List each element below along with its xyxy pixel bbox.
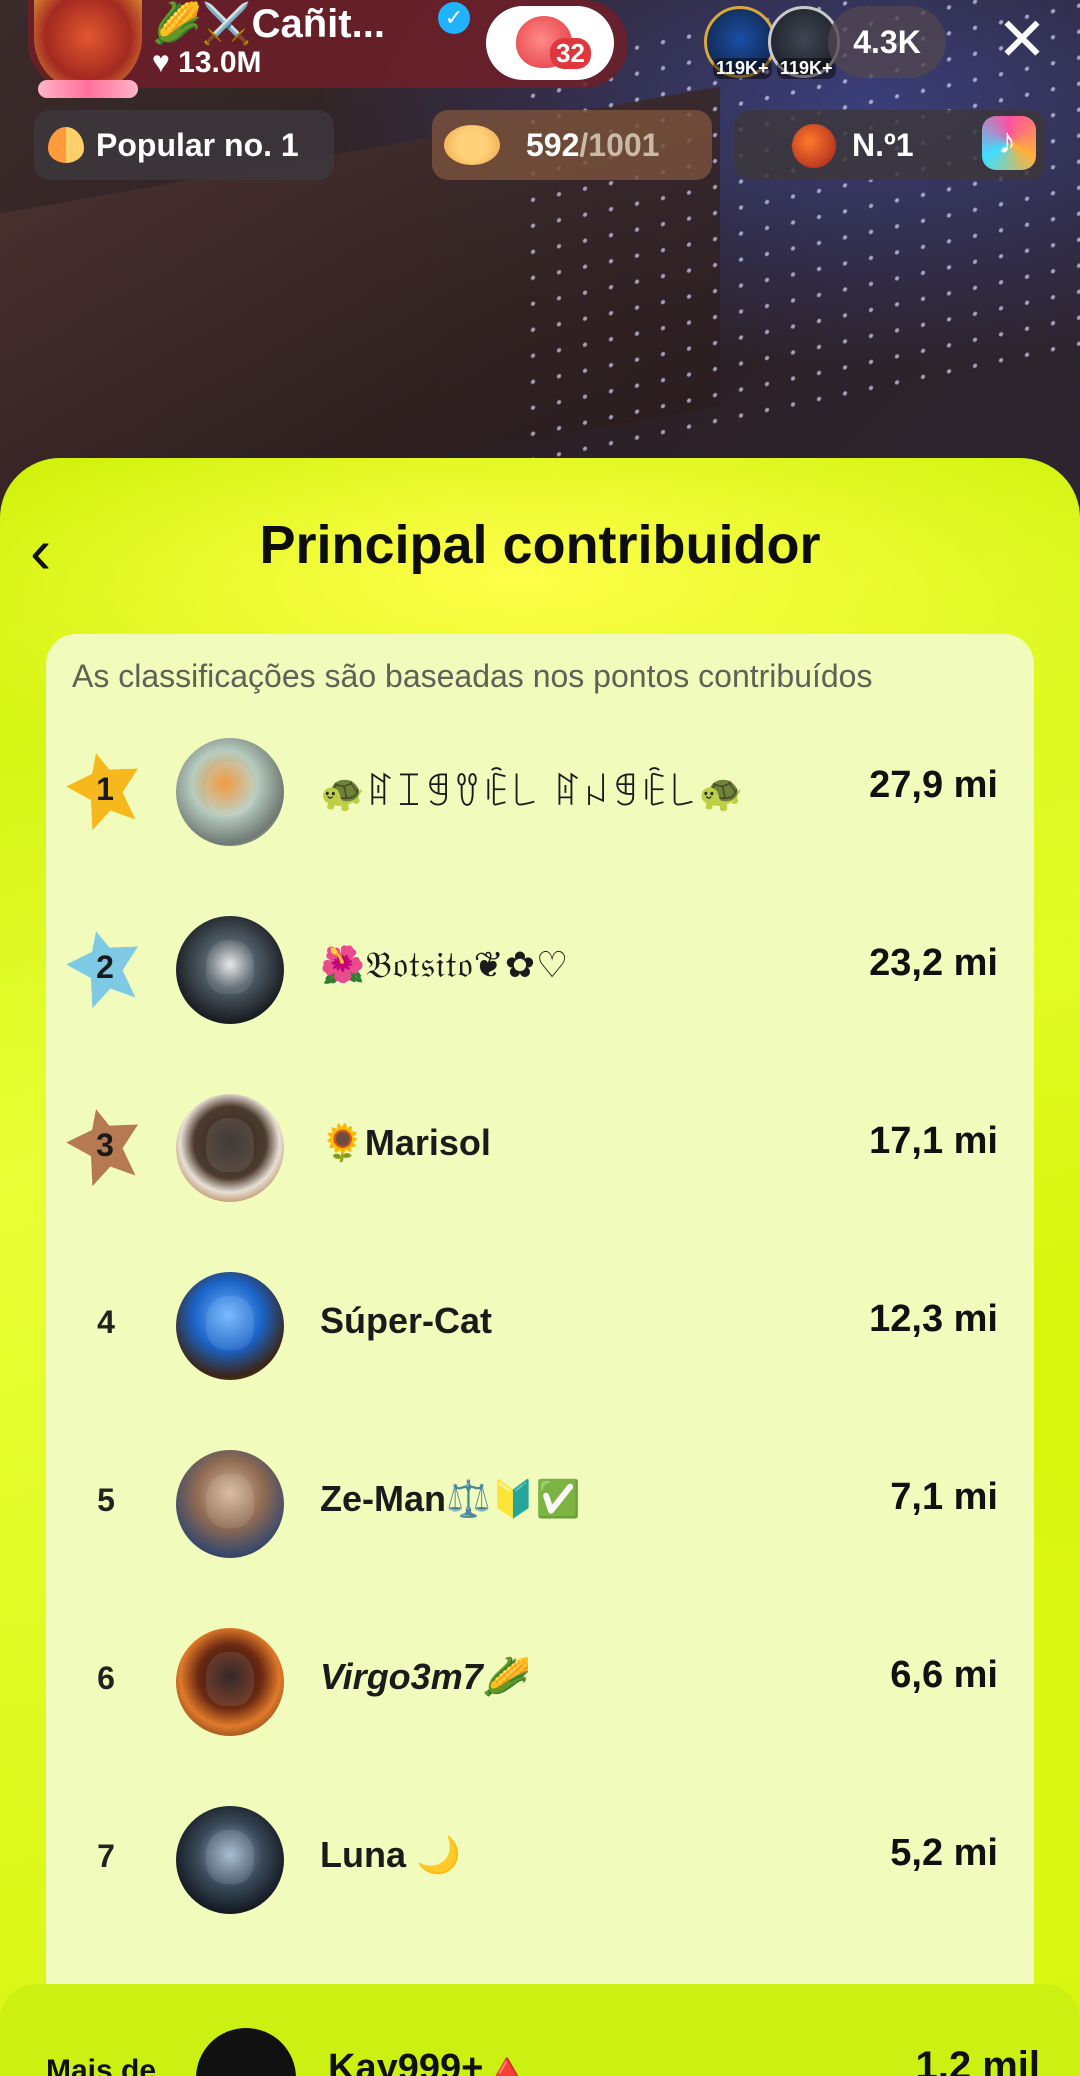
level-total: /1001 [579, 126, 660, 163]
ranking-chip[interactable]: N.º1 [734, 110, 1046, 180]
score: 7,1 mi [890, 1476, 998, 1518]
username: 🌻Marisol [320, 1122, 491, 1163]
my-avatar[interactable] [196, 2028, 296, 2076]
my-username: Kay999+🔺 [328, 2047, 531, 2076]
leaderboard-row[interactable]: 3 🌻Marisol 17,1 mi [46, 1094, 1034, 1214]
leaderboard-row[interactable]: 1 🐢ꍏꀤꁅꀎꍟ꒒ ꍏꈤꁅꍟ꒒🐢 27,9 mi [46, 738, 1034, 858]
leaderboard-row[interactable]: 7 Luna 🌙 5,2 mi [46, 1806, 1034, 1926]
ranking-avatar [792, 124, 836, 168]
top-viewer-avatar-1[interactable]: 119K+ [704, 6, 776, 79]
username: Ze-Man⚖️🔰✅ [320, 1478, 581, 1519]
avatar[interactable] [176, 1272, 284, 1380]
username: Luna 🌙 [320, 1834, 461, 1875]
leaderboard-row[interactable]: 6 Virgo3m7🌽 6,6 mi [46, 1628, 1034, 1748]
heart-icon [48, 127, 84, 163]
rank-number: 1 [96, 771, 114, 807]
music-note-icon [982, 116, 1036, 170]
gift-button[interactable]: 32 [486, 6, 614, 80]
leaderboard-row[interactable]: 4 Súper-Cat 12,3 mi [46, 1272, 1034, 1392]
sheet-title: Principal contribuidor [259, 515, 821, 575]
verified-icon: ✓ [438, 2, 470, 34]
score: 27,9 mi [869, 764, 998, 806]
level-progress-chip[interactable]: 592/1001 [432, 110, 712, 180]
rank-number: 2 [96, 949, 114, 985]
avatar[interactable] [176, 916, 284, 1024]
popular-rank-chip[interactable]: Popular no. 1 [34, 110, 334, 180]
score: 5,2 mi [890, 1832, 998, 1874]
rank-number: 7 [97, 1838, 115, 1874]
rank-number: 4 [97, 1304, 115, 1340]
host-likes: ♥ 13.0M [152, 46, 262, 80]
username: 🌺𝔅𝔬𝔱𝔰𝔦𝔱𝔬❦✿♡ [320, 945, 570, 986]
score: 6,6 mi [890, 1654, 998, 1696]
top-viewer-tag: 119K+ [713, 58, 772, 79]
my-score: 1,2 mil [915, 2044, 1040, 2076]
my-ranking-bar[interactable]: Mais de Kay999+🔺 1,2 mil [0, 1984, 1080, 2076]
rank-number: 3 [96, 1127, 114, 1163]
rank-number: 6 [97, 1660, 115, 1696]
avatar[interactable] [176, 1094, 284, 1202]
avatar[interactable] [176, 1806, 284, 1914]
top-viewer-tag: 119K+ [777, 58, 836, 79]
leaderboard-row[interactable]: 5 Ze-Man⚖️🔰✅ 7,1 mi [46, 1450, 1034, 1570]
host-likes-count: 13.0M [178, 46, 262, 79]
host-name: 🌽⚔️Cañit... [152, 2, 385, 46]
planet-icon [444, 125, 500, 165]
avatar[interactable] [176, 1450, 284, 1558]
ranking-label: N.º1 [852, 127, 914, 163]
top-contributors-sheet: ‹ Principal contribuidor As classificaçõ… [0, 458, 1080, 2076]
username: Virgo3m7🌽 [320, 1656, 528, 1697]
avatar[interactable] [176, 738, 284, 846]
gift-count: 32 [550, 38, 591, 69]
leaderboard-subtitle: As classificações são baseadas nos ponto… [72, 658, 873, 694]
my-rank-label: Mais de [46, 2054, 157, 2076]
rank-number: 5 [97, 1482, 115, 1518]
close-icon[interactable]: ✕ [992, 10, 1052, 70]
level-current: 592 [526, 126, 580, 163]
avatar[interactable] [176, 1628, 284, 1736]
username: Súper-Cat [320, 1300, 493, 1341]
leaderboard-row[interactable]: 2 🌺𝔅𝔬𝔱𝔰𝔦𝔱𝔬❦✿♡ 23,2 mi [46, 916, 1034, 1036]
score: 12,3 mi [869, 1298, 998, 1340]
viewer-count-button[interactable]: 4.3K [828, 6, 946, 78]
leaderboard-panel: As classificações são baseadas nos ponto… [46, 634, 1034, 2054]
username: 🐢ꍏꀤꁅꀎꍟ꒒ ꍏꈤꁅꍟ꒒🐢 [320, 773, 745, 814]
heart-icon: ♥ [152, 46, 170, 79]
score: 23,2 mi [869, 942, 998, 984]
score: 17,1 mi [869, 1120, 998, 1162]
popular-rank-label: Popular no. 1 [96, 126, 299, 163]
